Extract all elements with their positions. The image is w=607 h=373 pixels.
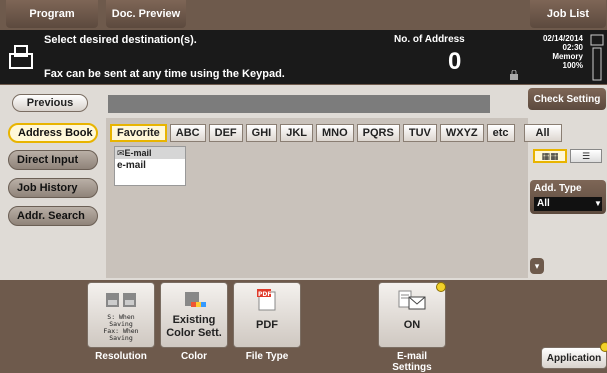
destination-bar [108,95,490,113]
index-tab-jkl[interactable]: JKL [280,124,313,142]
add-type-label: Add. Type [534,183,582,194]
grid-icon: ▦▦ [541,150,559,161]
index-tab-etc[interactable]: etc [486,124,515,142]
scroll-down-button[interactable]: ▾ [530,258,544,274]
tab-job-list[interactable]: Job List [530,0,606,28]
toner-gauge-icon [590,34,604,81]
file-type-value: PDF [256,319,278,331]
status-bar: Select desired destination(s). Fax can b… [0,30,607,84]
notification-dot [436,282,446,292]
color-value: Existing Color Sett. [166,314,222,339]
file-type-label: File Type [245,351,289,362]
job-history-button[interactable]: Job History [8,178,98,198]
list-header: ✉E-mail [115,147,185,159]
address-count: 0 [448,48,462,75]
resolution-tile[interactable]: S: When Saving Fax: When Saving [87,282,155,348]
index-tab-mno[interactable]: MNO [315,124,354,142]
previous-button[interactable]: Previous [12,94,88,112]
add-type-selector[interactable]: Add. Type All ▼ [530,180,606,214]
time: 02:30 [562,43,583,52]
direct-input-button[interactable]: Direct Input [8,150,98,170]
datetime: 02/14/2014 02:30 Memory 100% [525,34,583,70]
down-arrow-icon: ▾ [534,260,540,271]
list-view-button[interactable]: ☰ [570,149,602,163]
email-settings-label: E-mail Settings [392,351,432,373]
address-book-button[interactable]: Address Book [8,123,98,143]
index-tab-tuv[interactable]: TUV [402,124,437,142]
status-hint: Fax can be sent at any time using the Ke… [44,68,285,80]
application-button[interactable]: Application [541,347,607,369]
index-tab-ghi[interactable]: GHI [245,124,278,142]
index-tabs: Favorite ABC DEF GHI JKL MNO PQRS TUV WX… [110,124,562,144]
application-notification-dot [600,342,607,352]
color-tile[interactable]: Existing Color Sett. [160,282,228,348]
resolution-icon [104,289,138,311]
pdf-icon: PDF [250,289,284,311]
fax-machine-icon [9,45,33,69]
address-list[interactable]: ✉E-mail e-mail [114,146,186,186]
index-tab-pqrs[interactable]: PQRS [356,124,400,142]
status-message: Select desired destination(s). [44,34,197,46]
index-tab-def[interactable]: DEF [208,124,243,142]
add-type-value[interactable]: All [534,197,602,211]
address-count-label: No. of Address [394,34,465,45]
memory-label: Memory [552,52,583,61]
file-type-tile[interactable]: PDF PDF [233,282,301,348]
chevron-down-icon: ▼ [594,199,602,208]
memory-value: 100% [562,61,583,70]
check-setting-button[interactable]: Check Setting [528,88,606,110]
email-settings-value: ON [403,319,421,331]
index-tab-wxyz[interactable]: WXYZ [439,124,484,142]
addr-search-button[interactable]: Addr. Search [8,206,98,226]
color-icon [177,289,211,311]
resolution-value: S: When Saving Fax: When Saving [103,313,139,342]
email-icon: ✉ [117,148,125,158]
tab-doc-preview[interactable]: Doc. Preview [106,0,186,28]
list-icon: ☰ [581,150,591,161]
color-label: Color [180,351,208,362]
index-tab-favorite[interactable]: Favorite [110,124,167,142]
email-settings-icon [395,289,429,311]
tab-program[interactable]: Program [6,0,98,28]
email-settings-tile[interactable]: ON [378,282,446,348]
lock-icon [510,70,518,80]
list-item[interactable]: e-mail [115,159,185,172]
date: 02/14/2014 [542,34,583,43]
resolution-label: Resolution [95,351,147,362]
index-tab-all[interactable]: All [523,124,562,142]
grid-view-button[interactable]: ▦▦ [533,149,567,163]
index-tab-abc[interactable]: ABC [169,124,206,142]
svg-text:PDF: PDF [258,291,271,298]
